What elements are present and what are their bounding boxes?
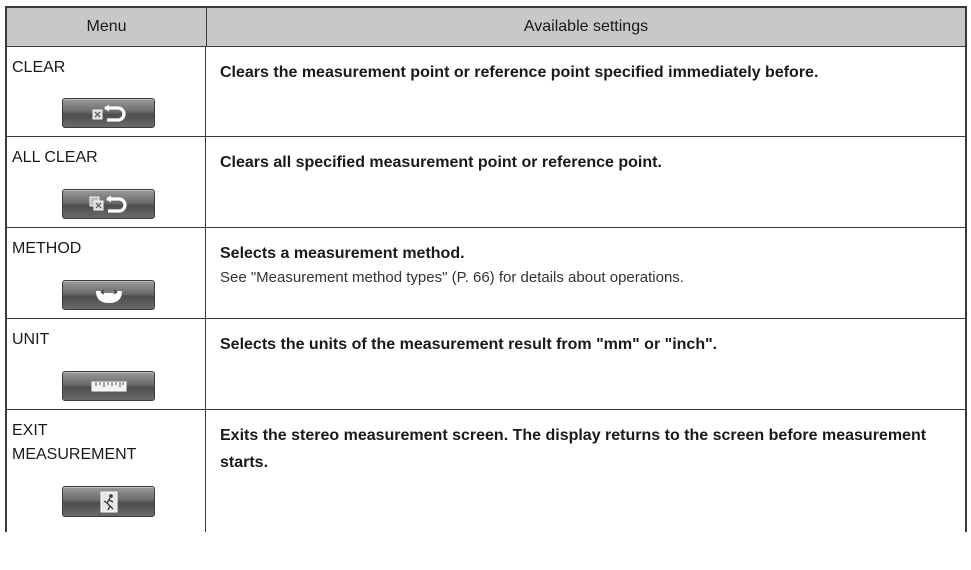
table-row: ALL CLEAR Clears all specified measureme…: [7, 137, 965, 228]
setting-cell: Selects a measurement method. See "Measu…: [206, 228, 965, 318]
header-available-settings: Available settings: [523, 18, 649, 35]
header-menu: Menu: [7, 8, 207, 46]
setting-desc: Clears all specified measurement point o…: [220, 154, 662, 171]
setting-desc: Clears the measurement point or referenc…: [220, 64, 819, 81]
all-clear-button[interactable]: [62, 189, 155, 219]
menu-cell: CLEAR: [7, 47, 206, 136]
clear-button[interactable]: [62, 98, 155, 128]
unit-button[interactable]: [62, 371, 155, 401]
setting-desc: Exits the stereo measurement screen. The…: [220, 427, 927, 471]
exit-icon: [100, 491, 117, 512]
table-row: CLEAR Clears the measurement point or re…: [7, 47, 965, 137]
all-clear-icon: [89, 195, 127, 213]
setting-desc: Selects the units of the measurement res…: [220, 336, 718, 353]
menu-name-clear: CLEAR: [12, 59, 66, 76]
setting-cell: Selects the units of the measurement res…: [206, 319, 965, 409]
setting-cell: Clears all specified measurement point o…: [206, 137, 965, 227]
menu-name-exit-line1: EXIT: [12, 422, 48, 439]
setting-cell: Exits the stereo measurement screen. The…: [206, 410, 965, 532]
method-button[interactable]: [62, 280, 155, 310]
table-row: METHOD Selects a measurement method. See…: [7, 228, 965, 319]
clear-icon: [92, 104, 126, 122]
setting-desc: Selects a measurement method.: [220, 245, 465, 262]
table-row: EXIT MEASUREMENT Exits the stereo measur…: [7, 410, 965, 532]
menu-cell: EXIT MEASUREMENT: [7, 410, 206, 532]
exit-measurement-button[interactable]: [62, 486, 155, 517]
menu-cell: UNIT: [7, 319, 206, 409]
table-row: UNIT Selects the units of the measuremen…: [7, 319, 965, 410]
ruler-icon: [91, 381, 126, 392]
setting-note: See "Measurement method types" (P. 66) f…: [220, 269, 684, 286]
menu-name-exit-line2: MEASUREMENT: [12, 446, 137, 463]
menu-cell: ALL CLEAR: [7, 137, 206, 227]
menu-name-all-clear: ALL CLEAR: [12, 149, 98, 166]
setting-cell: Clears the measurement point or referenc…: [206, 47, 965, 136]
menu-name-unit: UNIT: [12, 331, 50, 348]
settings-table: Menu Available settings CLEAR Clears the…: [5, 6, 967, 532]
method-icon: [95, 289, 122, 304]
menu-cell: METHOD: [7, 228, 206, 318]
menu-name-method: METHOD: [12, 240, 82, 257]
table-header: Menu Available settings: [7, 8, 965, 47]
